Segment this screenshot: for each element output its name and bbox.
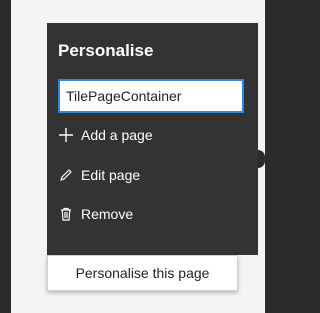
remove-label: Remove xyxy=(81,206,134,222)
trash-icon xyxy=(58,206,74,222)
tooltip-label: Personalise this page xyxy=(75,265,210,281)
plus-icon xyxy=(58,127,74,143)
edit-page-label: Edit page xyxy=(81,167,141,183)
page-name-input[interactable] xyxy=(58,79,244,113)
edit-page-button[interactable]: Edit page xyxy=(58,162,238,188)
personalise-tooltip: Personalise this page xyxy=(47,255,238,291)
pencil-icon xyxy=(58,167,74,183)
add-page-label: Add a page xyxy=(81,127,153,143)
panel-title: Personalise xyxy=(58,41,154,60)
add-page-button[interactable]: Add a page xyxy=(58,122,238,148)
personalise-panel: Personalise Add a page Edit page Remove xyxy=(47,23,258,255)
remove-button[interactable]: Remove xyxy=(58,201,238,227)
